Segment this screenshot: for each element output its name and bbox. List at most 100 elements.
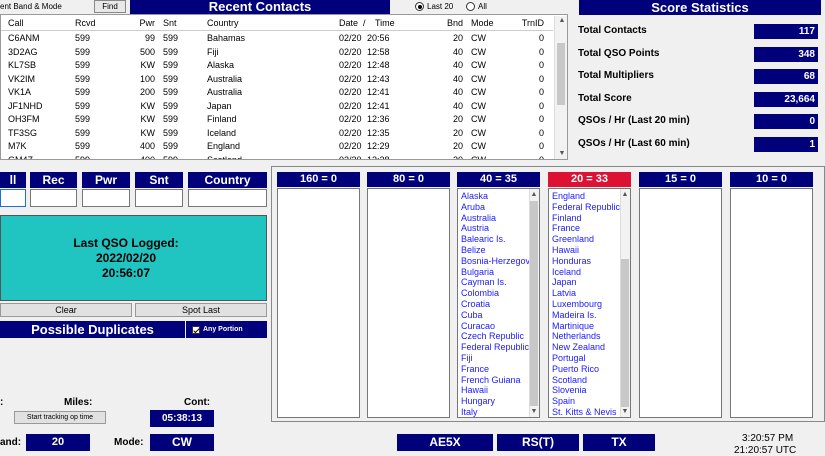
- cell-time: 12:29: [367, 141, 390, 151]
- list-item[interactable]: Fiji: [461, 353, 532, 364]
- list-item[interactable]: Latvia: [552, 288, 620, 299]
- list-item[interactable]: Italy: [461, 407, 532, 417]
- cell-bnd: 40: [452, 60, 463, 70]
- scroll-down-icon[interactable]: ▼: [530, 408, 538, 416]
- last-qso-title: Last QSO Logged:: [73, 236, 179, 250]
- list-item[interactable]: Slovenia: [552, 385, 620, 396]
- table-row[interactable]: M7K 599 400 599 England 02/20 12:29 20 CW 0: [1, 140, 553, 154]
- tx-button[interactable]: TX: [583, 434, 655, 451]
- table-row[interactable]: VK1A 599 200 599 Australia 02/20 12:41 40 CW 0: [1, 86, 553, 100]
- duplicates-list[interactable]: [0, 338, 267, 388]
- col-country: Country: [207, 18, 239, 28]
- scroll-up-icon[interactable]: ▲: [621, 191, 629, 199]
- cell-time: 12:28: [367, 154, 390, 160]
- list-item[interactable]: Martinique: [552, 321, 620, 332]
- list-item[interactable]: Netherlands: [552, 331, 620, 342]
- list-item[interactable]: Aruba: [461, 202, 532, 213]
- list-item[interactable]: Cuba: [461, 310, 532, 321]
- band-country-list[interactable]: [277, 188, 360, 418]
- list-item[interactable]: French Guiana: [461, 375, 532, 386]
- list-item[interactable]: Finland: [552, 213, 620, 224]
- list-item[interactable]: Cayman Is.: [461, 277, 532, 288]
- stat-value: 0: [754, 114, 818, 129]
- cell-trn: 0: [538, 141, 544, 151]
- snt-input[interactable]: [135, 189, 183, 207]
- rec-input[interactable]: [30, 189, 77, 207]
- scroll-down-icon[interactable]: ▼: [621, 408, 629, 416]
- list-item[interactable]: Greenland: [552, 234, 620, 245]
- cell-country: England: [207, 141, 241, 151]
- pwr-input[interactable]: [82, 189, 130, 207]
- country-input[interactable]: [188, 189, 267, 207]
- band-scroll-thumb[interactable]: [621, 259, 629, 407]
- scroll-up-icon[interactable]: ▲: [558, 17, 566, 25]
- band-scroll-thumb[interactable]: [530, 201, 538, 406]
- list-item[interactable]: Honduras: [552, 256, 620, 267]
- list-item[interactable]: Luxembourg: [552, 299, 620, 310]
- table-row[interactable]: JF1NHD 599 KW 599 Japan 02/20 12:41 40 CW 0: [1, 100, 553, 114]
- list-item[interactable]: Federal Republic: [461, 342, 532, 353]
- table-row[interactable]: VK2IM 599 100 599 Australia 02/20 12:43 40 CW 0: [1, 73, 553, 87]
- list-item[interactable]: Puerto Rico: [552, 364, 620, 375]
- call-input[interactable]: [0, 189, 26, 207]
- cell-time: 12:36: [367, 114, 390, 124]
- list-item[interactable]: Colombia: [461, 288, 532, 299]
- list-item[interactable]: Czech Republic: [461, 331, 532, 342]
- list-item[interactable]: Madeira Is.: [552, 310, 620, 321]
- list-item[interactable]: Alaska: [461, 191, 532, 202]
- find-button[interactable]: Find: [94, 0, 126, 13]
- band-country-list[interactable]: [730, 188, 813, 418]
- list-item[interactable]: France: [461, 364, 532, 375]
- list-item[interactable]: Belize: [461, 245, 532, 256]
- call-send-button[interactable]: AE5X: [397, 434, 493, 451]
- list-item[interactable]: Bosnia-Herzegovi: [461, 256, 532, 267]
- cell-pwr: 500: [139, 46, 155, 57]
- table-row[interactable]: GM4Z 599 400 599 Scotland 02/20 12:28 20 CW 0: [1, 154, 553, 160]
- list-item[interactable]: England: [552, 191, 620, 202]
- band-country-list[interactable]: Alaska Aruba Australia Austria Balearic Is. B…: [457, 188, 540, 418]
- list-item[interactable]: Japan: [552, 277, 620, 288]
- list-item[interactable]: St. Kitts & Nevis: [552, 407, 620, 417]
- list-item[interactable]: Austria: [461, 223, 532, 234]
- recent-contacts-table[interactable]: Call Rcvd Pwr Snt Country Date / Time Bn…: [0, 14, 568, 160]
- list-item[interactable]: Hungary: [461, 396, 532, 407]
- start-tracking-button[interactable]: Start tracking op time: [14, 411, 106, 424]
- last-qso-time: 20:56:07: [101, 266, 151, 280]
- list-item[interactable]: Bulgaria: [461, 267, 532, 278]
- table-row[interactable]: OH3FM 599 KW 599 Finland 02/20 12:36 20 CW 0: [1, 113, 553, 127]
- cell-bnd: 40: [452, 46, 463, 57]
- all-radio[interactable]: All: [466, 2, 487, 11]
- table-row[interactable]: TF3SG 599 KW 599 Iceland 02/20 12:35 20 CW 0: [1, 127, 553, 141]
- list-item[interactable]: New Zealand: [552, 342, 620, 353]
- list-item[interactable]: Portugal: [552, 353, 620, 364]
- any-portion-checkbox[interactable]: Any Portion: [186, 321, 267, 338]
- list-item[interactable]: Spain: [552, 396, 620, 407]
- scroll-up-icon[interactable]: ▲: [530, 191, 538, 199]
- band-country-list[interactable]: England Federal Republic Finland France Gree…: [548, 188, 631, 418]
- rec-header: Rec: [30, 172, 77, 188]
- list-item[interactable]: Hawaii: [552, 245, 620, 256]
- cell-call: GM4Z: [8, 154, 34, 160]
- list-item[interactable]: Iceland: [552, 267, 620, 278]
- cell-rcvd: 599: [75, 100, 91, 111]
- list-item[interactable]: Federal Republic: [552, 202, 620, 213]
- list-item[interactable]: France: [552, 223, 620, 234]
- clear-button[interactable]: Clear: [0, 303, 132, 317]
- rst-send-button[interactable]: RS(T): [497, 434, 579, 451]
- list-item[interactable]: Curacao: [461, 321, 532, 332]
- table-row[interactable]: 3D2AG 599 500 599 Fiji 02/20 12:58 40 CW 0: [1, 46, 553, 60]
- table-row[interactable]: C6ANM 599 99 599 Bahamas 02/20 20:56 20 CW 0: [1, 32, 553, 46]
- list-item[interactable]: Hawaii: [461, 385, 532, 396]
- contacts-scroll-thumb[interactable]: [557, 43, 565, 105]
- cell-country: Alaska: [207, 60, 235, 70]
- list-item[interactable]: Croatia: [461, 299, 532, 310]
- band-country-list[interactable]: [639, 188, 722, 418]
- spot-last-button[interactable]: Spot Last: [135, 303, 267, 317]
- band-country-list[interactable]: [367, 188, 450, 418]
- list-item[interactable]: Balearic Is.: [461, 234, 532, 245]
- table-row[interactable]: KL7SB 599 KW 599 Alaska 02/20 12:48 40 CW 0: [1, 59, 553, 73]
- list-item[interactable]: Scotland: [552, 375, 620, 386]
- list-item[interactable]: Australia: [461, 213, 532, 224]
- scroll-down-icon[interactable]: ▼: [558, 150, 566, 158]
- last20-radio[interactable]: Last 20: [415, 2, 453, 11]
